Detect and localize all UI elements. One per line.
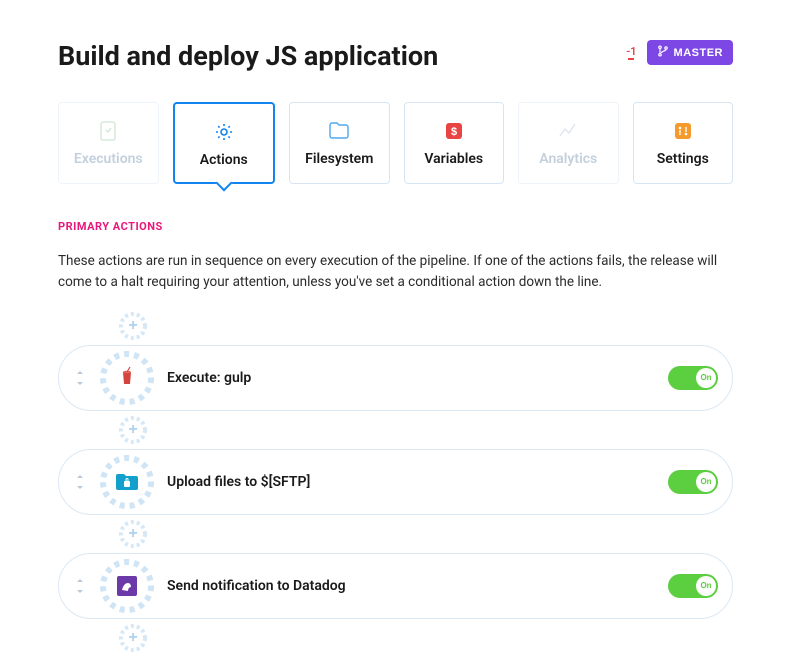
tab-settings[interactable]: Settings bbox=[633, 102, 734, 184]
tab-variables[interactable]: $ Variables bbox=[404, 102, 505, 184]
tab-executions[interactable]: Executions bbox=[58, 102, 159, 184]
action-toggle[interactable]: On bbox=[668, 574, 718, 598]
drag-handle[interactable] bbox=[65, 371, 87, 385]
tab-analytics[interactable]: Analytics bbox=[518, 102, 619, 184]
section-label: PRIMARY ACTIONS bbox=[58, 220, 733, 233]
drag-handle[interactable] bbox=[65, 579, 87, 593]
action-label: Upload files to $[SFTP] bbox=[167, 474, 654, 490]
action-toggle[interactable]: On bbox=[668, 366, 718, 390]
gulp-icon bbox=[108, 359, 146, 397]
action-row[interactable]: Upload files to $[SFTP] On bbox=[58, 449, 733, 515]
tabs: Executions Actions Filesystem $ Variable… bbox=[58, 102, 733, 184]
svg-text:$: $ bbox=[451, 126, 457, 138]
tab-actions[interactable]: Actions bbox=[173, 102, 276, 184]
action-label: Send notification to Datadog bbox=[167, 578, 654, 594]
plus-icon: + bbox=[128, 525, 137, 543]
drag-handle[interactable] bbox=[65, 475, 87, 489]
action-row[interactable]: Execute: gulp On bbox=[58, 345, 733, 411]
action-toggle[interactable]: On bbox=[668, 470, 718, 494]
settings-icon bbox=[673, 121, 693, 141]
action-row[interactable]: Send notification to Datadog On bbox=[58, 553, 733, 619]
datadog-icon bbox=[108, 567, 146, 605]
sftp-icon bbox=[108, 463, 146, 501]
filesystem-icon bbox=[329, 121, 349, 141]
add-action-button[interactable]: + bbox=[118, 415, 148, 445]
add-action-button[interactable]: + bbox=[118, 311, 148, 341]
analytics-icon bbox=[558, 121, 578, 141]
actions-icon bbox=[214, 122, 234, 142]
action-label: Execute: gulp bbox=[167, 370, 654, 386]
tab-filesystem[interactable]: Filesystem bbox=[289, 102, 390, 184]
plus-icon: + bbox=[128, 317, 137, 335]
page-title: Build and deploy JS application bbox=[58, 40, 438, 72]
branch-button[interactable]: MASTER bbox=[647, 40, 733, 65]
branch-icon bbox=[657, 45, 669, 60]
executions-icon bbox=[98, 121, 118, 141]
run-indicator: -1 bbox=[626, 46, 636, 60]
plus-icon: + bbox=[128, 421, 137, 439]
section-desc: These actions are run in sequence on eve… bbox=[58, 251, 733, 293]
add-action-button[interactable]: + bbox=[118, 519, 148, 549]
add-action-button[interactable]: + bbox=[118, 623, 148, 653]
pipeline: + Execute: gulp On + bbox=[58, 311, 733, 653]
variables-icon: $ bbox=[444, 121, 464, 141]
plus-icon: + bbox=[128, 629, 137, 647]
